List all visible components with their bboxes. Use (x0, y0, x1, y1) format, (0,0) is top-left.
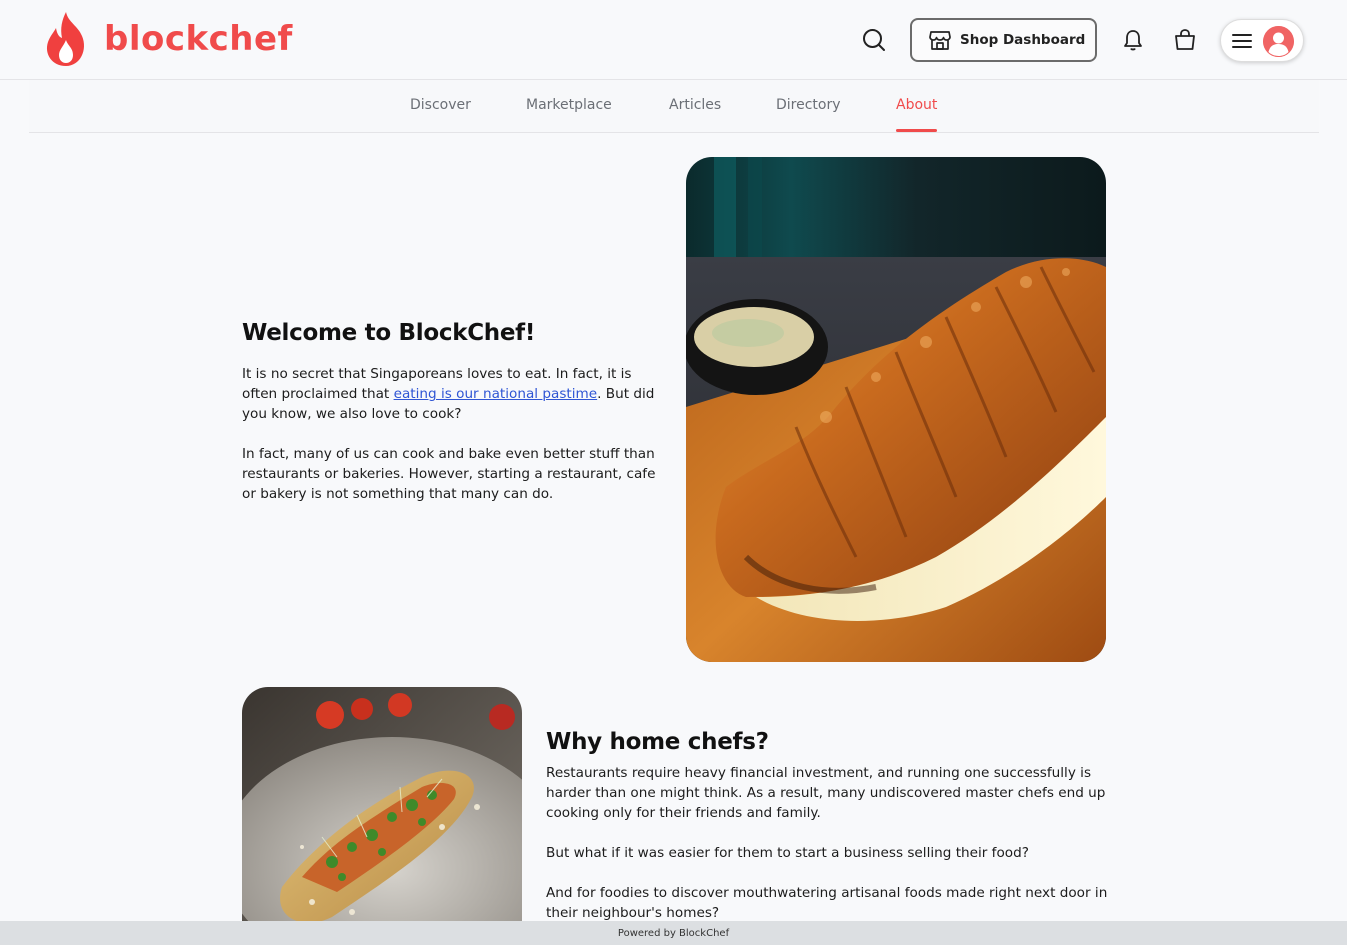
notifications-button[interactable] (1118, 24, 1148, 56)
welcome-title: Welcome to BlockChef! (242, 320, 536, 346)
why-paragraph-3: And for foodies to discover mouthwaterin… (546, 885, 1108, 921)
user-avatar-icon (1263, 26, 1294, 57)
footer-text: Powered by BlockChef (617, 928, 730, 939)
footer-bar: Powered by BlockChef (0, 921, 1347, 945)
brand-logo[interactable]: blockchef (42, 10, 293, 68)
main-nav: Discover Marketplace Articles Directory … (29, 80, 1319, 133)
welcome-section: Welcome to BlockChef! It is no secret th… (242, 320, 670, 504)
why-paragraph-1: Restaurants require heavy financial inve… (546, 765, 1106, 821)
flame-logo-icon (46, 12, 85, 66)
active-tab-indicator (896, 129, 937, 132)
national-pastime-link[interactable]: eating is our national pastime (394, 386, 598, 402)
nav-marketplace[interactable]: Marketplace (526, 97, 612, 113)
shopping-bag-icon (1175, 29, 1195, 50)
shop-dashboard-button[interactable]: Shop Dashboard (910, 18, 1097, 62)
search-button[interactable] (858, 24, 890, 56)
food-photo-roast-pork (686, 157, 1106, 662)
cart-button[interactable] (1170, 24, 1200, 56)
food-photo-plated-dish (242, 687, 522, 937)
hamburger-menu-icon (1232, 33, 1252, 48)
shop-dashboard-label: Shop Dashboard (960, 32, 1086, 48)
nav-directory[interactable]: Directory (776, 97, 841, 113)
bell-icon (1124, 30, 1142, 51)
nav-about[interactable]: About (896, 97, 937, 113)
top-header: blockchef Shop Dashboard (0, 0, 1347, 80)
why-home-chefs-section: Why home chefs? Restaurants require heav… (546, 729, 1116, 921)
avatar (1263, 26, 1294, 57)
search-icon (863, 29, 885, 51)
store-icon (929, 31, 951, 50)
nav-discover[interactable]: Discover (410, 97, 471, 113)
why-paragraph-2: But what if it was easier for them to st… (546, 845, 1029, 861)
why-title: Why home chefs? (546, 729, 769, 755)
welcome-paragraph-2: In fact, many of us can cook and bake ev… (242, 446, 656, 502)
user-menu-button[interactable] (1220, 19, 1304, 62)
welcome-paragraph-1: It is no secret that Singaporeans loves … (242, 364, 670, 424)
brand-name: blockchef (104, 19, 293, 59)
nav-articles[interactable]: Articles (669, 97, 721, 113)
